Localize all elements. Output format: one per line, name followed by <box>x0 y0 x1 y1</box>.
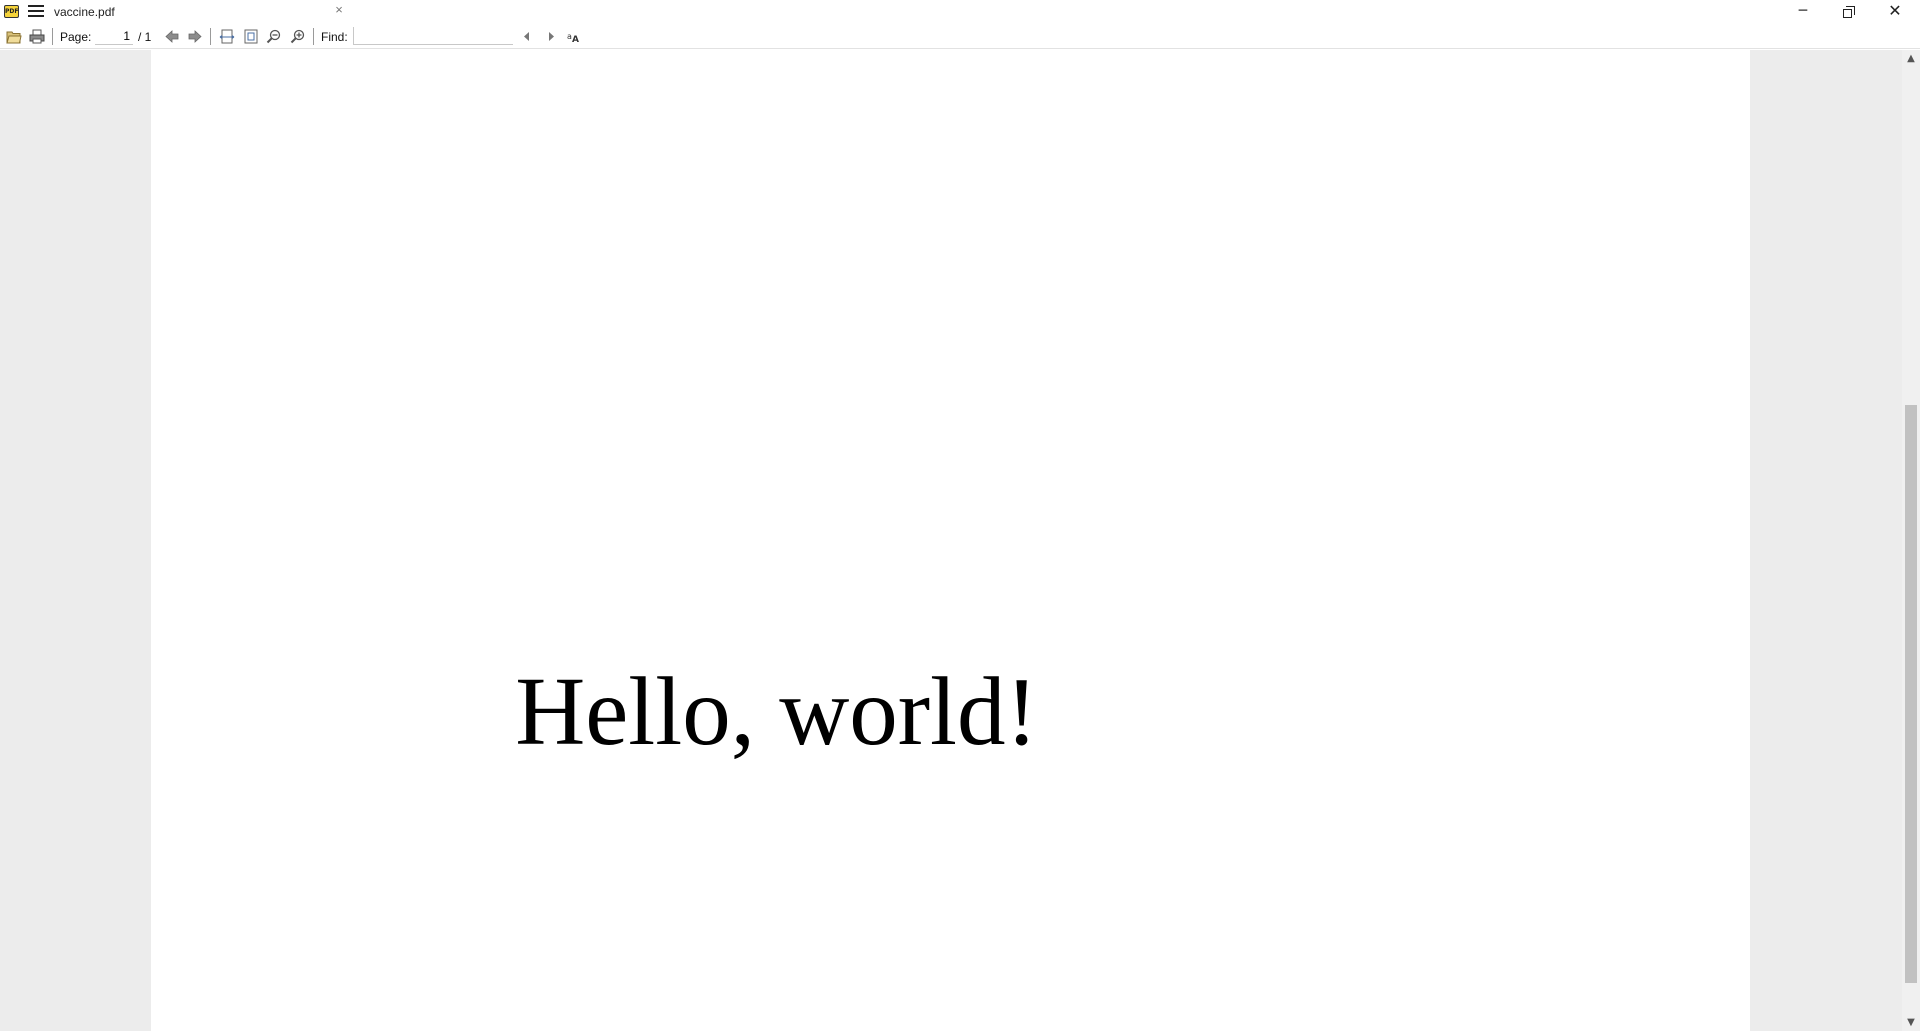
find-label: Find: <box>321 30 348 44</box>
zoom-in-icon[interactable] <box>290 28 306 45</box>
previous-page-icon[interactable] <box>164 28 180 45</box>
tab-close-icon[interactable]: × <box>332 3 346 17</box>
page-total: / 1 <box>138 30 152 44</box>
open-folder-icon[interactable] <box>6 28 22 45</box>
scroll-down-icon[interactable]: ▼ <box>1902 1014 1920 1031</box>
title-bar: PDF vaccine.pdf × ─ ✕ <box>0 0 1920 24</box>
toolbar-separator <box>210 28 211 45</box>
restore-button[interactable] <box>1826 0 1872 24</box>
match-case-icon[interactable]: a A <box>567 28 583 45</box>
tab-title: vaccine.pdf <box>54 5 115 19</box>
document-text-container: Hello, world! <box>151 662 1750 762</box>
pdf-page: Hello, world! <box>151 50 1750 1031</box>
minimize-button[interactable]: ─ <box>1780 0 1826 24</box>
app-icon-text: PDF <box>5 8 19 15</box>
toolbar: Page: / 1 Find: a A <box>0 24 1920 49</box>
print-icon[interactable] <box>29 28 45 45</box>
tab-document[interactable]: vaccine.pdf × <box>48 0 346 24</box>
document-viewer[interactable]: Hello, world! <box>0 50 1902 1031</box>
fit-width-icon[interactable] <box>219 28 235 45</box>
find-input[interactable] <box>353 27 513 45</box>
zoom-out-icon[interactable] <box>266 28 282 45</box>
vertical-scrollbar[interactable]: ▲ ▼ <box>1902 50 1920 1031</box>
find-previous-icon[interactable] <box>521 28 533 45</box>
restore-icon <box>1843 6 1855 18</box>
scrollbar-thumb[interactable] <box>1905 405 1917 983</box>
next-page-icon[interactable] <box>187 28 203 45</box>
toolbar-separator <box>313 28 314 45</box>
page-label: Page: <box>60 30 92 44</box>
hamburger-menu-icon[interactable] <box>28 5 44 19</box>
toolbar-separator <box>52 28 53 45</box>
fit-page-icon[interactable] <box>243 28 259 45</box>
close-window-button[interactable]: ✕ <box>1872 0 1918 24</box>
svg-text:A: A <box>572 35 579 45</box>
document-text: Hello, world! <box>515 658 1038 765</box>
page-number-input[interactable] <box>95 27 133 45</box>
find-next-icon[interactable] <box>545 28 557 45</box>
scroll-up-icon[interactable]: ▲ <box>1902 50 1920 67</box>
app-icon[interactable]: PDF <box>4 5 19 18</box>
